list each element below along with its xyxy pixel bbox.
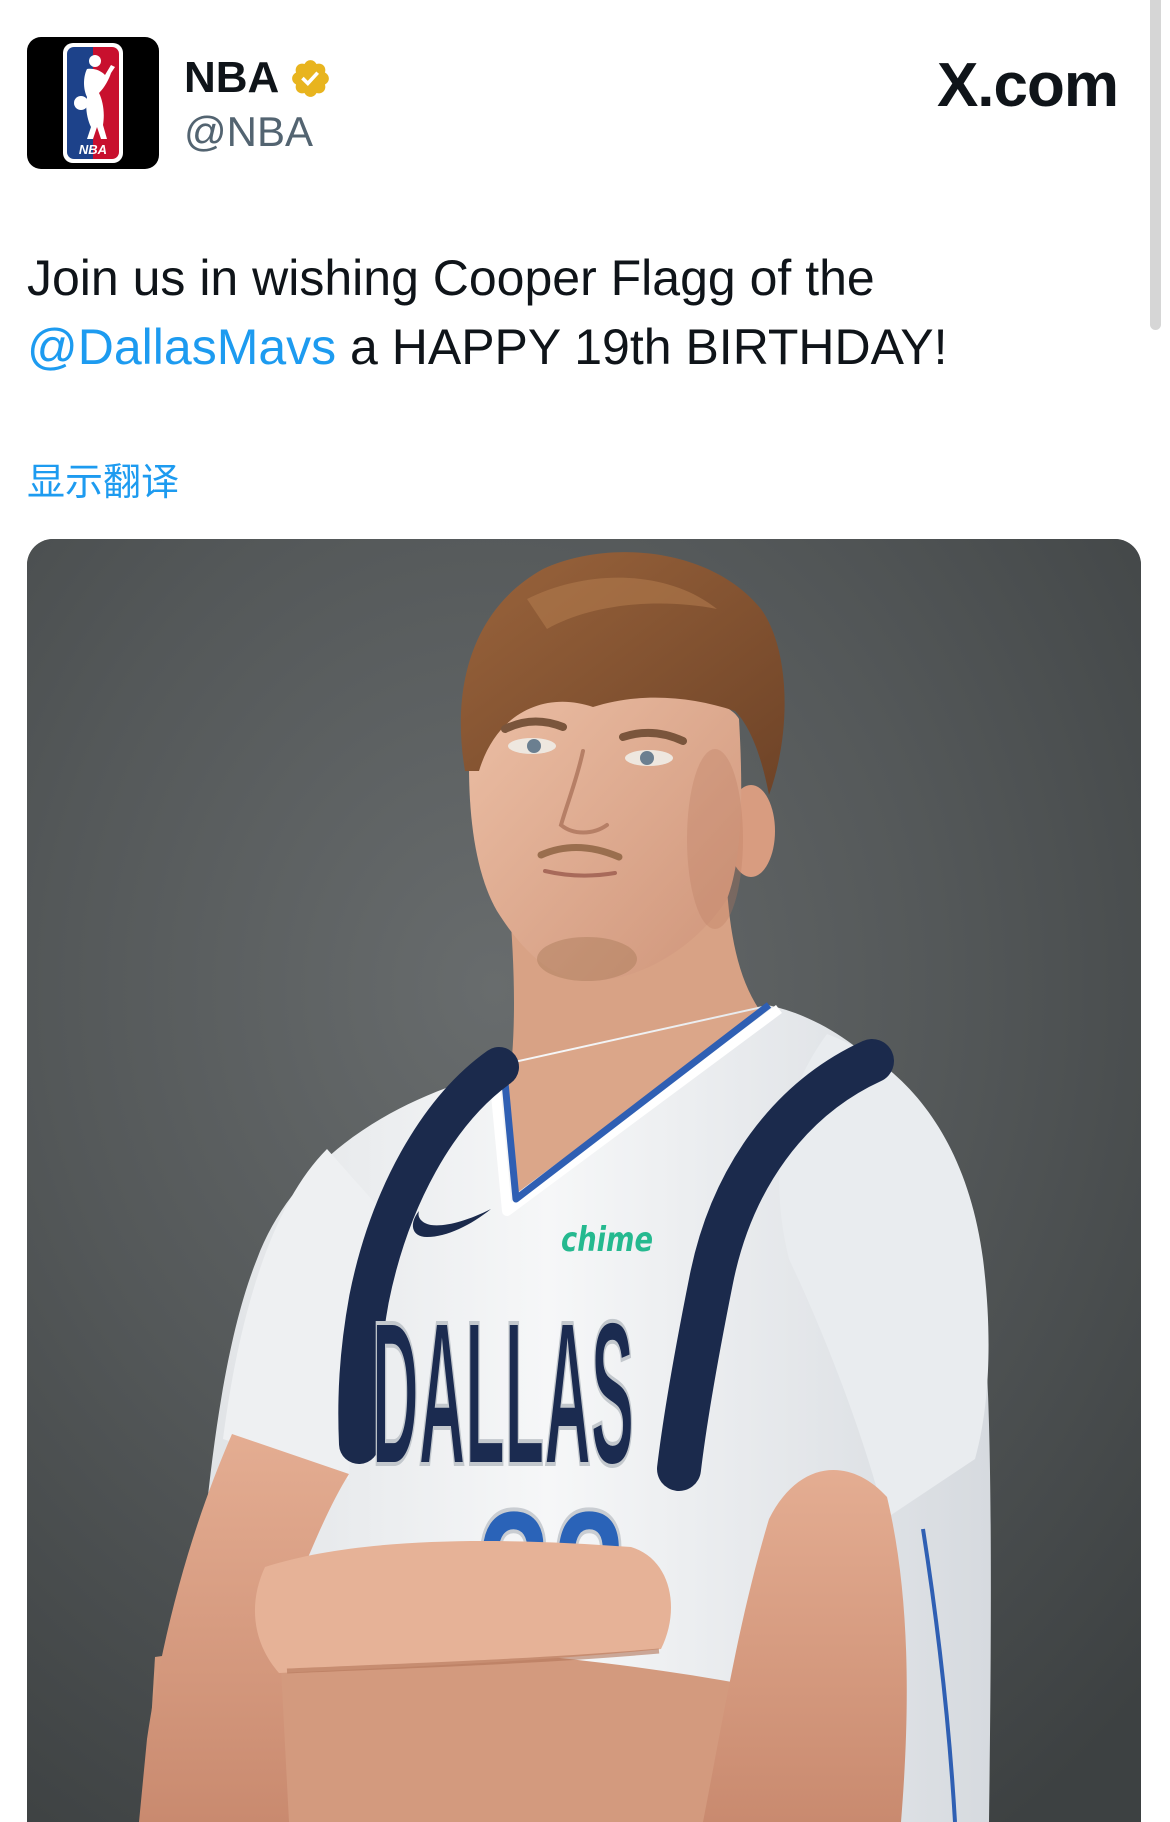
page-scrollbar[interactable]: [1150, 0, 1161, 330]
verified-badge-shape: [292, 59, 330, 97]
logo-silhouette-head: [89, 55, 101, 67]
tweet-text-rest: a HAPPY 19th BIRTHDAY!: [336, 319, 948, 375]
profile-avatar[interactable]: NBA: [27, 37, 159, 169]
tweet-text-line-2: @DallasMavs a HAPPY 19th BIRTHDAY!: [27, 313, 1137, 382]
chin-beard: [537, 937, 637, 981]
right-iris: [640, 751, 654, 765]
tweet-text-line-1: Join us in wishing Cooper Flagg of the: [27, 250, 875, 306]
nba-logo: NBA: [63, 43, 123, 163]
photo-illustration: chime DALLAS 32: [27, 539, 1141, 1822]
account-handle[interactable]: @NBA: [184, 108, 313, 156]
mention-link[interactable]: @DallasMavs: [27, 319, 336, 375]
account-name-row: NBA: [184, 54, 332, 102]
verified-badge-icon: [292, 59, 330, 97]
logo-text: NBA: [79, 142, 107, 157]
logo-silhouette-ball: [74, 96, 88, 110]
sponsor-patch-text: chime: [561, 1220, 653, 1260]
tweet-photo[interactable]: chime DALLAS 32: [27, 539, 1141, 1822]
tweet-text: Join us in wishing Cooper Flagg of the @…: [27, 244, 1137, 382]
site-label: X.com: [936, 51, 1119, 120]
left-iris: [527, 739, 541, 753]
account-name[interactable]: NBA: [184, 54, 279, 102]
show-translation-link[interactable]: 显示翻译: [27, 461, 179, 505]
face-shadow: [687, 749, 743, 929]
